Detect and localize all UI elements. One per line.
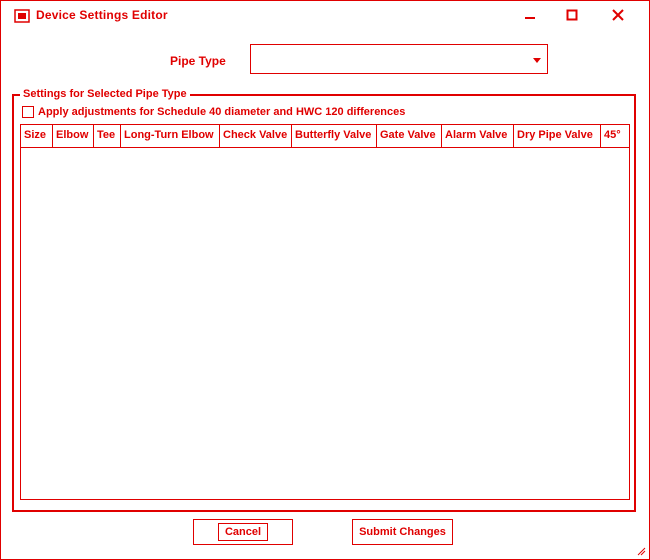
maximize-icon[interactable]: [562, 6, 582, 24]
fittings-grid[interactable]: Size Elbow Tee Long-Turn Elbow Check Val…: [20, 124, 630, 500]
schedule-adjust-checkbox[interactable]: [22, 106, 34, 118]
title-bar[interactable]: Device Settings Editor: [0, 0, 650, 30]
close-icon[interactable]: [608, 6, 628, 24]
cancel-button[interactable]: Cancel: [193, 519, 293, 545]
cancel-button-label: Cancel: [217, 523, 269, 541]
column-header-gate-valve[interactable]: Gate Valve: [377, 125, 442, 147]
column-header-tee[interactable]: Tee: [94, 125, 121, 147]
submit-changes-button[interactable]: Submit Changes: [352, 519, 453, 545]
column-header-size[interactable]: Size: [21, 125, 53, 147]
column-header-check-valve[interactable]: Check Valve: [220, 125, 292, 147]
schedule-adjust-label[interactable]: Apply adjustments for Schedule 40 diamet…: [38, 106, 405, 118]
column-header-alarm-valve[interactable]: Alarm Valve: [442, 125, 514, 147]
column-header-dry-pipe-valve[interactable]: Dry Pipe Valve: [514, 125, 601, 147]
pipe-type-dropdown[interactable]: [250, 44, 548, 74]
grid-header: Size Elbow Tee Long-Turn Elbow Check Val…: [21, 125, 629, 148]
column-header-elbow[interactable]: Elbow: [53, 125, 94, 147]
column-header-long-turn-elbow[interactable]: Long-Turn Elbow: [121, 125, 220, 147]
submit-changes-label: Submit Changes: [359, 526, 446, 538]
pipe-type-label: Pipe Type: [170, 54, 226, 68]
column-header-butterfly-valve[interactable]: Butterfly Valve: [292, 125, 377, 147]
schedule-adjust-option: Apply adjustments for Schedule 40 diamet…: [22, 106, 405, 118]
group-legend: Settings for Selected Pipe Type: [20, 88, 190, 100]
app-icon: [14, 8, 30, 24]
window-title: Device Settings Editor: [36, 8, 168, 22]
minimize-icon[interactable]: [520, 6, 540, 24]
resize-grip-icon[interactable]: [636, 546, 646, 556]
chevron-down-icon: [533, 55, 541, 67]
column-header-45-elbow[interactable]: 45°: [601, 125, 629, 147]
